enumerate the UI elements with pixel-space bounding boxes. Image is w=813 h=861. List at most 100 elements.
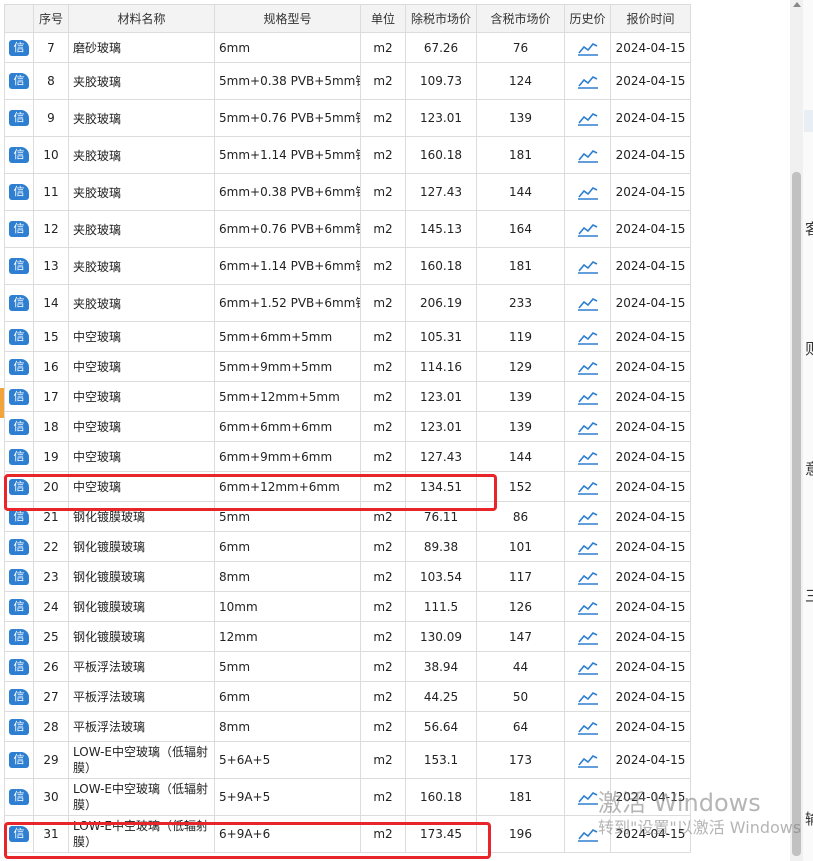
info-badge-icon[interactable]: 信: [9, 688, 29, 705]
info-badge-icon[interactable]: 信: [9, 568, 29, 585]
header-unit[interactable]: 单位: [360, 4, 406, 33]
trend-chart-icon[interactable]: [577, 419, 599, 435]
table-row[interactable]: 信 23 钢化镀膜玻璃 8mm m2 103.54 117 2024-04-15: [4, 561, 691, 592]
table-row[interactable]: 信 30 LOW-E中空玻璃（低辐射膜） 5+9A+5 m2 160.18 181 2024-…: [4, 778, 691, 816]
pretax-price: 160.18: [405, 778, 477, 816]
spec-model: 10mm: [214, 591, 361, 622]
info-badge-icon[interactable]: 信: [9, 73, 29, 89]
trend-chart-icon[interactable]: [577, 689, 599, 705]
info-badge-icon[interactable]: 信: [9, 388, 29, 405]
info-badge-icon[interactable]: 信: [9, 789, 29, 805]
header-name[interactable]: 材料名称: [68, 4, 215, 33]
trend-chart-icon[interactable]: [577, 296, 599, 311]
trend-chart-icon[interactable]: [577, 719, 599, 735]
trend-chart-icon[interactable]: [577, 599, 599, 615]
trend-chart-icon[interactable]: [577, 629, 599, 645]
header-tax-price[interactable]: 含税市场价: [476, 4, 565, 33]
trend-chart-icon[interactable]: [577, 479, 599, 495]
table-row[interactable]: 信 29 LOW-E中空玻璃（低辐射膜） 5+6A+5 m2 153.1 173 2024-0…: [4, 741, 691, 779]
table-row[interactable]: 信 8 夹胶玻璃 5mm+0.38 PVB+5mm钢 m2 109.73 124 2024-0…: [4, 62, 691, 100]
info-badge-icon[interactable]: 信: [9, 221, 29, 237]
scroll-up-arrow-icon[interactable]: [793, 2, 801, 7]
info-badge-icon[interactable]: 信: [9, 752, 29, 768]
trend-chart-icon[interactable]: [577, 449, 599, 465]
info-badge-icon[interactable]: 信: [9, 258, 29, 274]
trend-chart-icon[interactable]: [577, 40, 599, 56]
trend-chart-icon[interactable]: [577, 222, 599, 237]
trend-chart-icon[interactable]: [577, 259, 599, 274]
trend-chart-icon[interactable]: [577, 659, 599, 675]
pretax-price: 89.38: [405, 531, 477, 562]
info-badge-icon[interactable]: 信: [9, 658, 29, 675]
info-badge-icon[interactable]: 信: [9, 295, 29, 311]
trend-chart-icon[interactable]: [577, 148, 599, 163]
info-badge-icon[interactable]: 信: [9, 184, 29, 200]
header-pretax-price[interactable]: 除税市场价: [405, 4, 477, 33]
table-row[interactable]: 信 22 钢化镀膜玻璃 6mm m2 89.38 101 2024-04-15: [4, 531, 691, 562]
trend-chart-icon[interactable]: [577, 569, 599, 585]
scrollbar-thumb[interactable]: [792, 172, 801, 856]
info-badge-icon[interactable]: 信: [9, 478, 29, 495]
header-date[interactable]: 报价时间: [610, 4, 691, 33]
trend-chart-icon[interactable]: [577, 111, 599, 126]
info-badge-icon[interactable]: 信: [9, 147, 29, 163]
trend-chart-icon[interactable]: [577, 359, 599, 375]
info-badge-icon[interactable]: 信: [9, 538, 29, 555]
unit: m2: [360, 381, 406, 412]
row-seq: 8: [33, 62, 69, 100]
info-badge-icon[interactable]: 信: [9, 418, 29, 435]
info-badge-icon[interactable]: 信: [9, 448, 29, 465]
table-row[interactable]: 信 17 中空玻璃 5mm+12mm+5mm m2 123.01 139 2024-04-15: [4, 381, 691, 412]
info-badge-icon[interactable]: 信: [9, 39, 29, 56]
trend-chart-icon[interactable]: [577, 185, 599, 200]
spec-model: 5mm+6mm+5mm: [214, 321, 361, 352]
header-spec[interactable]: 规格型号: [214, 4, 361, 33]
trend-chart-icon[interactable]: [577, 389, 599, 405]
badge-cell: 信: [4, 681, 34, 712]
trend-chart-icon[interactable]: [577, 753, 599, 768]
unit: m2: [360, 441, 406, 472]
header-seq[interactable]: 序号: [33, 4, 69, 33]
table-row[interactable]: 信 19 中空玻璃 6mm+9mm+6mm m2 127.43 144 2024-04-15: [4, 441, 691, 472]
table-row[interactable]: 信 11 夹胶玻璃 6mm+0.38 PVB+6mm钢 m2 127.43 144 2024-…: [4, 173, 691, 211]
table-row[interactable]: 信 25 钢化镀膜玻璃 12mm m2 130.09 147 2024-04-15: [4, 621, 691, 652]
info-badge-icon[interactable]: 信: [9, 358, 29, 375]
row-seq: 21: [33, 501, 69, 532]
row-seq: 24: [33, 591, 69, 622]
trend-chart-icon[interactable]: [577, 790, 599, 805]
table-row[interactable]: 信 10 夹胶玻璃 5mm+1.14 PVB+5mm钢 m2 160.18 181 2024-…: [4, 136, 691, 174]
table-row[interactable]: 信 16 中空玻璃 5mm+9mm+5mm m2 114.16 129 2024-04-15: [4, 351, 691, 382]
table-row[interactable]: 信 27 平板浮法玻璃 6mm m2 44.25 50 2024-04-15: [4, 681, 691, 712]
trend-chart-icon[interactable]: [577, 509, 599, 525]
info-badge-icon[interactable]: 信: [9, 110, 29, 126]
table-row[interactable]: 信 15 中空玻璃 5mm+6mm+5mm m2 105.31 119 2024-04-15: [4, 321, 691, 352]
info-badge-icon[interactable]: 信: [9, 718, 29, 735]
table-row[interactable]: 信 26 平板浮法玻璃 5mm m2 38.94 44 2024-04-15: [4, 651, 691, 682]
trend-chart-icon[interactable]: [577, 74, 599, 89]
info-badge-icon[interactable]: 信: [9, 598, 29, 615]
info-badge-icon[interactable]: 信: [9, 826, 29, 842]
table-row[interactable]: 信 18 中空玻璃 6mm+6mm+6mm m2 123.01 139 2024-04-15: [4, 411, 691, 442]
header-history[interactable]: 历史价: [564, 4, 611, 33]
tax-price: 147: [476, 621, 565, 652]
table-row[interactable]: 信 13 夹胶玻璃 6mm+1.14 PVB+6mm钢 m2 160.18 181 2024-…: [4, 247, 691, 285]
table-row[interactable]: 信 7 磨砂玻璃 6mm m2 67.26 76 2024-04-15: [4, 32, 691, 63]
tax-price: 196: [476, 815, 565, 853]
trend-chart-icon[interactable]: [577, 827, 599, 842]
info-badge-icon[interactable]: 信: [9, 508, 29, 525]
table-row[interactable]: 信 9 夹胶玻璃 5mm+0.76 PVB+5mm钢 m2 123.01 139 2024-0…: [4, 99, 691, 137]
table-row[interactable]: 信 31 LOW-E中空玻璃（低辐射膜） 6+9A+6 m2 173.45 196 2024-…: [4, 815, 691, 853]
table-row[interactable]: 信 14 夹胶玻璃 6mm+1.52 PVB+6mm钢 m2 206.19 233 2024-…: [4, 284, 691, 322]
history-price-cell: [564, 32, 611, 63]
info-badge-icon[interactable]: 信: [9, 628, 29, 645]
trend-chart-icon[interactable]: [577, 539, 599, 555]
table-row[interactable]: 信 20 中空玻璃 6mm+12mm+6mm m2 134.51 152 2024-04-15: [4, 471, 691, 502]
trend-chart-icon[interactable]: [577, 329, 599, 345]
info-badge-icon[interactable]: 信: [9, 328, 29, 345]
table-row[interactable]: 信 24 钢化镀膜玻璃 10mm m2 111.5 126 2024-04-15: [4, 591, 691, 622]
badge-cell: 信: [4, 136, 34, 174]
table-row[interactable]: 信 28 平板浮法玻璃 8mm m2 56.64 64 2024-04-15: [4, 711, 691, 742]
table-row[interactable]: 信 21 钢化镀膜玻璃 5mm m2 76.11 86 2024-04-15: [4, 501, 691, 532]
left-accent: [0, 388, 4, 418]
table-row[interactable]: 信 12 夹胶玻璃 6mm+0.76 PVB+6mm钢 m2 145.13 164 2024-…: [4, 210, 691, 248]
